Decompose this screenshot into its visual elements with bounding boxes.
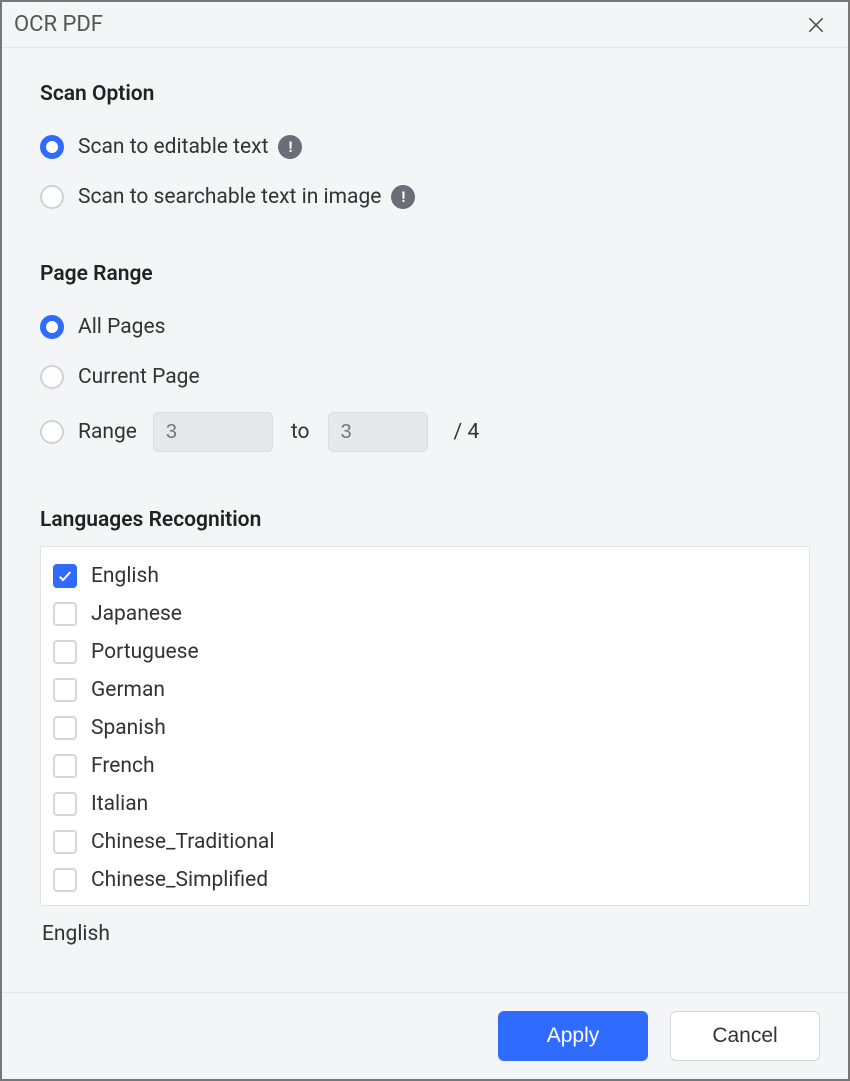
language-checkbox[interactable] [53,602,77,626]
radio-current-page[interactable] [40,365,64,389]
window-title: OCR PDF [14,12,103,37]
language-label: Portuguese [91,640,199,664]
languages-list[interactable]: English Japanese Portuguese German Spanish Fr… [40,546,810,906]
language-label: French [91,754,155,778]
range-inputs: to / 4 [153,412,479,452]
titlebar: OCR PDF [2,2,848,48]
language-item[interactable]: Chinese_Traditional [41,823,809,861]
range-to-input[interactable] [328,412,428,452]
scan-searchable-label: Scan to searchable text in image [78,185,381,209]
language-item[interactable]: German [41,671,809,709]
all-pages-option[interactable]: All Pages [40,312,810,342]
language-item[interactable]: English [41,557,809,595]
language-checkbox[interactable] [53,716,77,740]
language-label: English [91,564,159,588]
language-label: Spanish [91,716,166,740]
language-item[interactable]: Chinese_Simplified [41,861,809,899]
language-label: Italian [91,792,148,816]
language-item[interactable]: French [41,747,809,785]
range-from-input[interactable] [153,412,273,452]
language-checkbox[interactable] [53,640,77,664]
page-range-title: Page Range [40,262,810,286]
language-label: German [91,678,165,702]
range-option[interactable]: Range to / 4 [40,412,810,452]
dialog-content: Scan Option Scan to editable text ! Scan… [2,48,848,992]
language-label: Chinese_Traditional [91,830,274,854]
apply-button[interactable]: Apply [498,1011,648,1061]
scan-searchable-option[interactable]: Scan to searchable text in image ! [40,182,810,212]
range-separator: to [291,420,310,444]
scan-editable-option[interactable]: Scan to editable text ! [40,132,810,162]
language-label: Chinese_Simplified [91,868,268,892]
language-item[interactable]: Portuguese [41,633,809,671]
language-checkbox[interactable] [53,754,77,778]
radio-all-pages[interactable] [40,315,64,339]
scan-editable-label: Scan to editable text [78,135,268,159]
close-icon [806,15,826,35]
radio-scan-editable[interactable] [40,135,64,159]
dialog-footer: Apply Cancel [2,992,848,1079]
radio-scan-searchable[interactable] [40,185,64,209]
selected-languages-summary: English [40,906,810,962]
language-checkbox[interactable] [53,792,77,816]
current-page-label: Current Page [78,365,200,389]
language-checkbox[interactable] [53,564,77,588]
range-total: / 4 [454,420,480,444]
language-checkbox[interactable] [53,830,77,854]
language-label: Japanese [91,602,182,626]
info-icon[interactable]: ! [278,135,302,159]
language-checkbox[interactable] [53,678,77,702]
range-label: Range [78,420,137,444]
current-page-option[interactable]: Current Page [40,362,810,392]
info-icon[interactable]: ! [391,185,415,209]
language-item[interactable]: Spanish [41,709,809,747]
scan-option-title: Scan Option [40,82,810,106]
language-checkbox[interactable] [53,868,77,892]
language-item[interactable]: Italian [41,785,809,823]
cancel-button[interactable]: Cancel [670,1011,820,1061]
all-pages-label: All Pages [78,315,165,339]
languages-title: Languages Recognition [40,508,810,532]
close-button[interactable] [804,13,828,37]
language-item[interactable]: Japanese [41,595,809,633]
radio-range[interactable] [40,420,64,444]
